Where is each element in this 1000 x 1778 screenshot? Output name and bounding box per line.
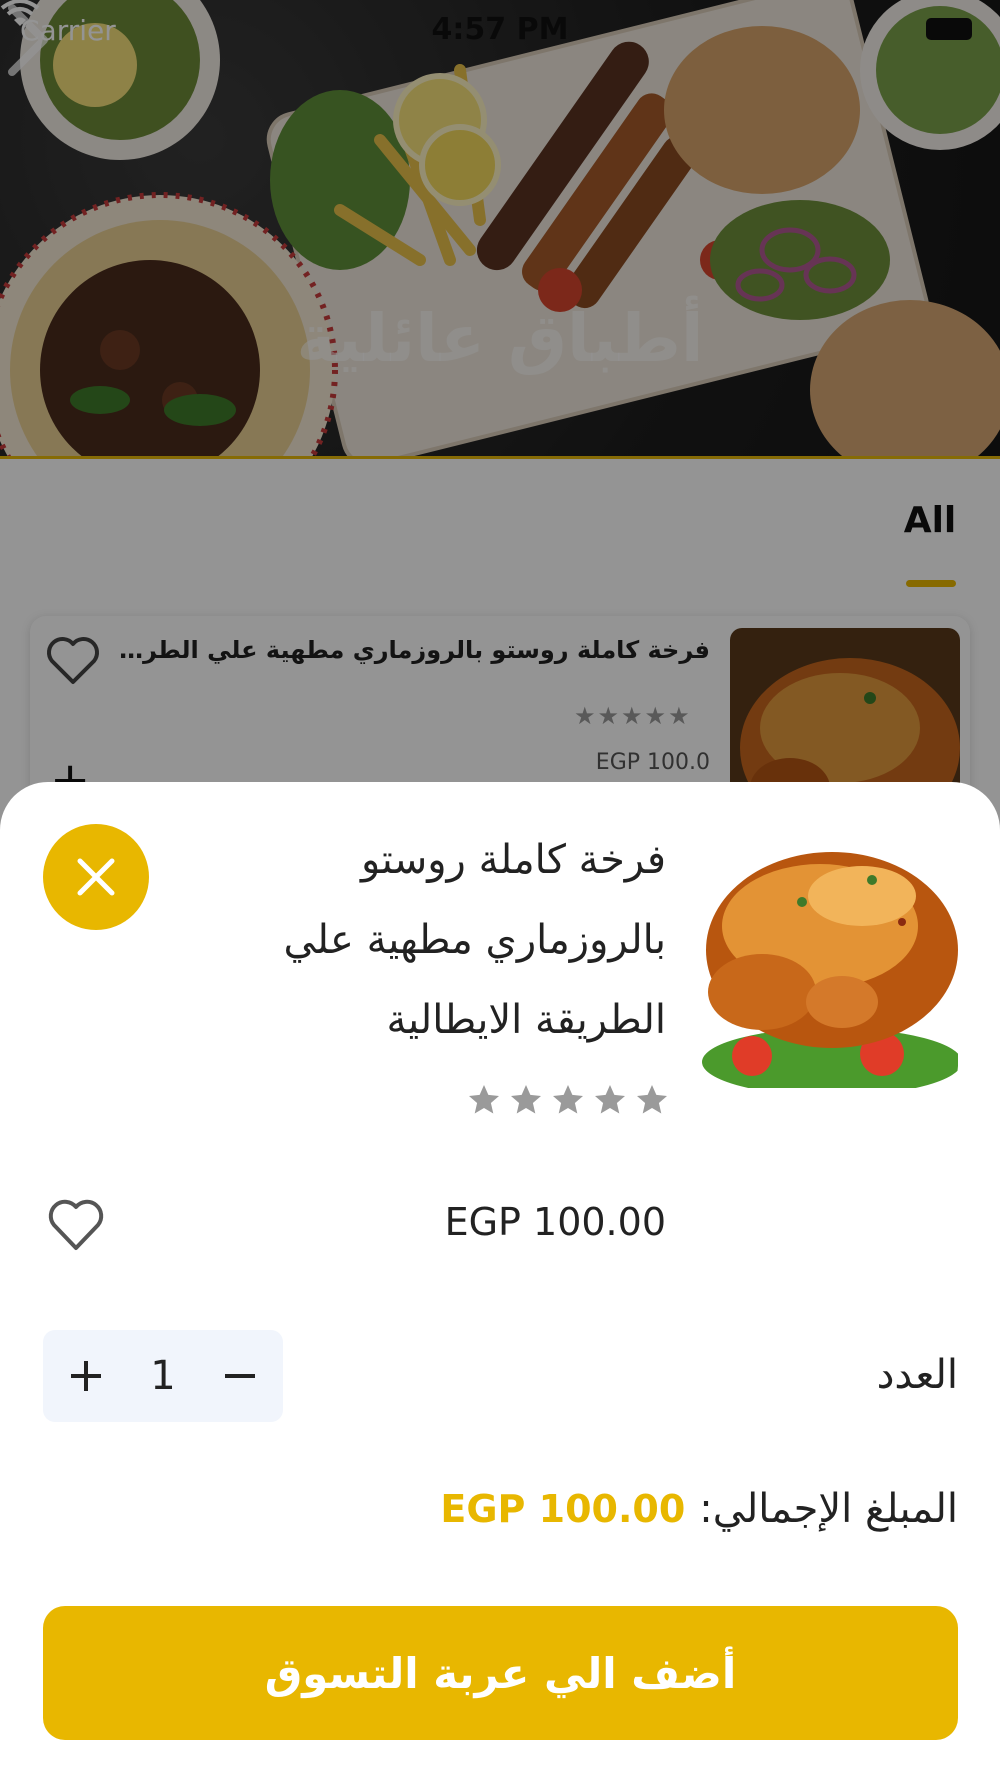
- minus-icon: [224, 1374, 255, 1378]
- product-rating[interactable]: [466, 1082, 670, 1118]
- increase-quantity-button[interactable]: [56, 1346, 116, 1406]
- menu-screen: أطباق عائلية Carrier 4:57 PM All فرخة كا…: [0, 0, 1000, 1778]
- close-button[interactable]: [43, 824, 149, 930]
- star-icon[interactable]: [592, 1082, 628, 1118]
- add-to-cart-button[interactable]: أضف الي عربة التسوق: [43, 1606, 958, 1740]
- product-photo: [692, 832, 958, 1088]
- total-row: المبلغ الإجمالي: EGP 100.00: [400, 1486, 958, 1532]
- plus-icon: [71, 1361, 102, 1391]
- star-icon[interactable]: [466, 1082, 502, 1118]
- quantity-value: 1: [150, 1353, 176, 1399]
- star-icon[interactable]: [634, 1082, 670, 1118]
- star-icon[interactable]: [550, 1082, 586, 1118]
- product-title: فرخة كاملة روستو بالروزماري مطهية علي ال…: [283, 837, 666, 1043]
- total-value: EGP 100.00: [440, 1487, 686, 1531]
- total-label: المبلغ الإجمالي:: [699, 1486, 958, 1532]
- add-to-cart-label: أضف الي عربة التسوق: [264, 1648, 737, 1698]
- decrease-quantity-button[interactable]: [210, 1346, 270, 1406]
- product-detail-sheet: فرخة كاملة روستو بالروزماري مطهية علي ال…: [0, 782, 1000, 1778]
- quantity-stepper: 1: [43, 1330, 283, 1422]
- quantity-label: العدد: [876, 1352, 958, 1398]
- unit-price: EGP 100.00: [444, 1200, 666, 1244]
- star-icon[interactable]: [508, 1082, 544, 1118]
- heart-outline-icon[interactable]: [46, 1196, 106, 1252]
- close-icon: [77, 858, 115, 896]
